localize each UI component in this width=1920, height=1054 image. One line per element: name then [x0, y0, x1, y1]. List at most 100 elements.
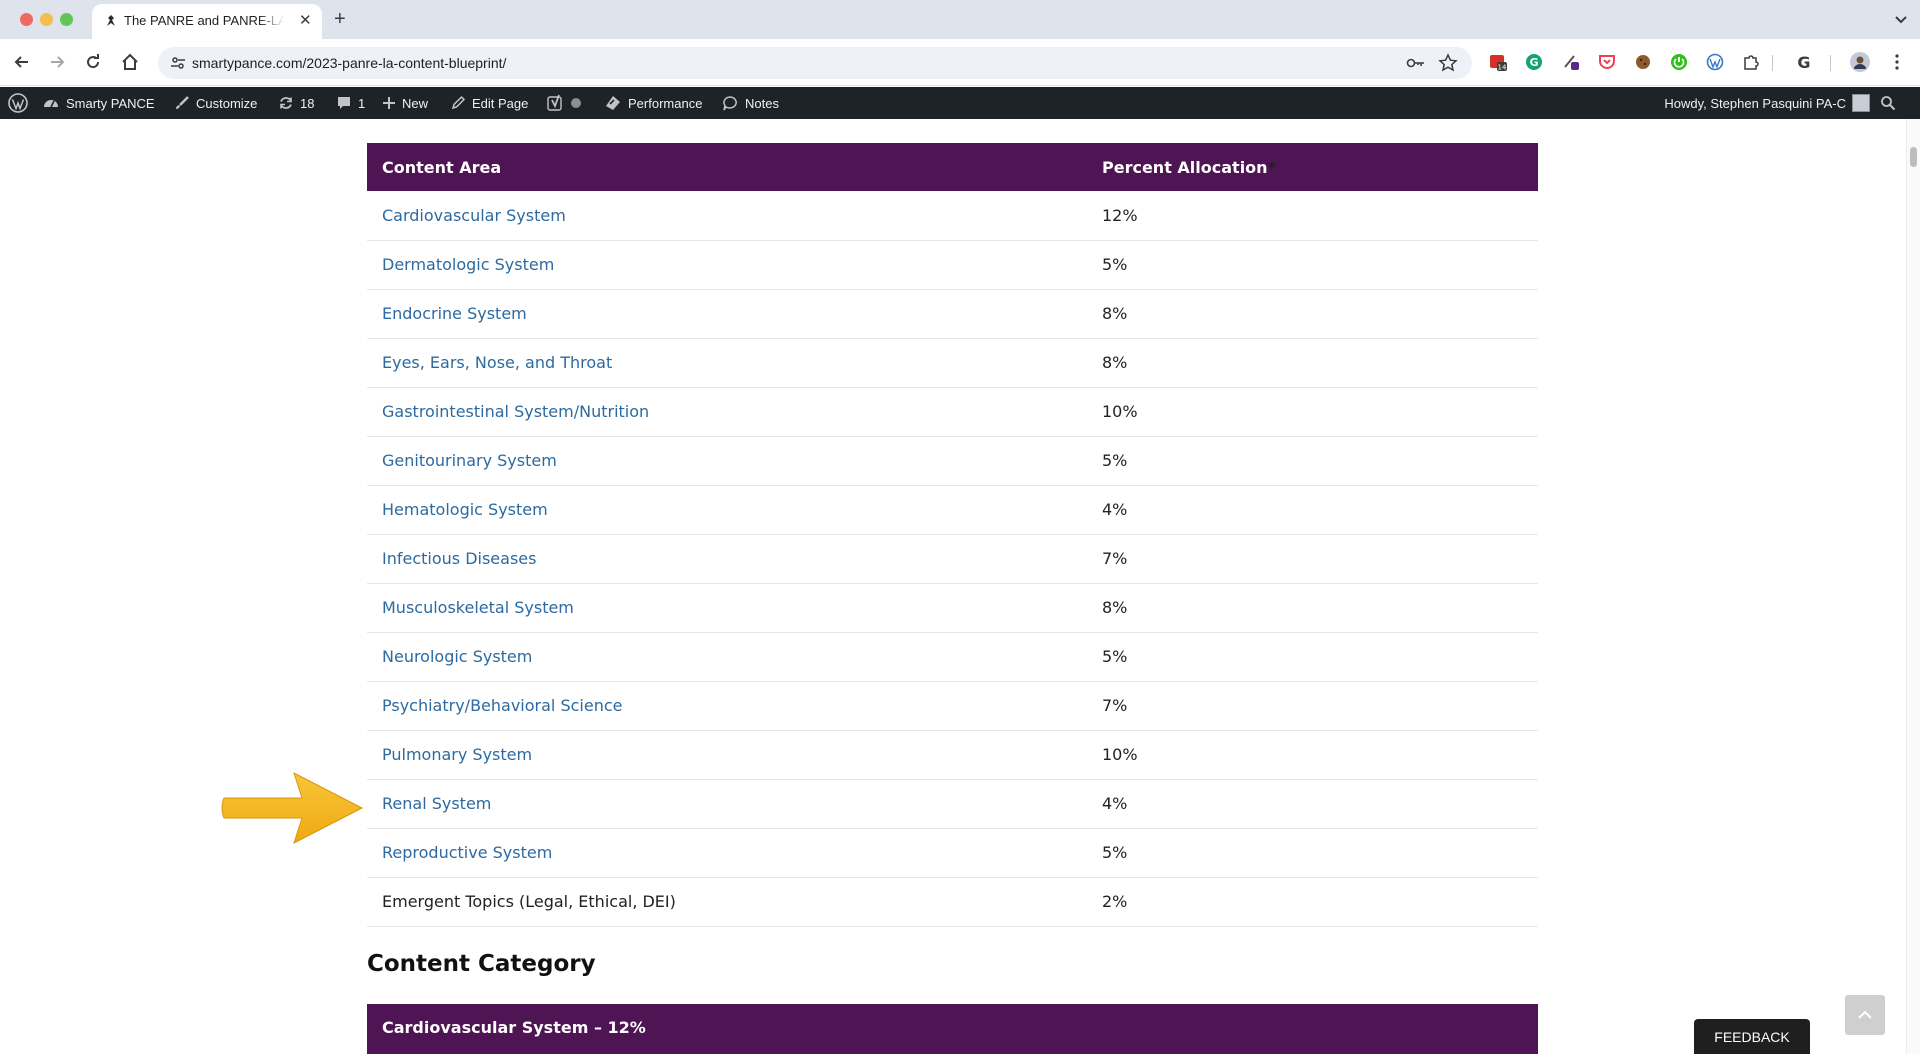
page-scrollbar[interactable]	[1906, 119, 1920, 1054]
percent-allocation-cell: 4%	[1087, 779, 1538, 829]
percent-allocation-cell: 5%	[1087, 828, 1538, 878]
content-area-cell: Pulmonary System	[367, 730, 1087, 780]
updates-count: 18	[300, 95, 315, 111]
admin-seo[interactable]	[546, 87, 582, 119]
pocket-icon[interactable]	[1598, 53, 1616, 71]
forward-icon[interactable]	[47, 52, 67, 72]
header-percent-label: Percent Allocation	[1102, 157, 1268, 177]
header-percent-allocation: Percent Allocation*	[1087, 143, 1538, 191]
back-icon[interactable]	[12, 52, 32, 72]
wordpress-extension-icon[interactable]	[1706, 53, 1724, 71]
content-blueprint-table: Content Area Percent Allocation* Cardiov…	[367, 143, 1538, 927]
maximize-window-button[interactable]	[60, 13, 73, 26]
browser-toolbar: smartypance.com/2023-panre-la-content-bl…	[0, 39, 1920, 86]
minimize-window-button[interactable]	[40, 13, 53, 26]
content-area-link[interactable]: Renal System	[382, 794, 491, 813]
content-area-link[interactable]: Musculoskeletal System	[382, 598, 574, 617]
content-area-link[interactable]: Pulmonary System	[382, 745, 532, 764]
content-area-cell: Genitourinary System	[367, 436, 1087, 486]
back-to-top-button[interactable]	[1845, 995, 1885, 1035]
content-area-cell: Cardiovascular System	[367, 191, 1087, 241]
content-area-cell: Gastrointestinal System/Nutrition	[367, 387, 1087, 437]
percent-allocation-cell: 8%	[1087, 338, 1538, 388]
wp-logo-menu[interactable]	[8, 87, 28, 119]
header-content-area-label: Content Area	[382, 157, 502, 177]
address-bar[interactable]: smartypance.com/2023-panre-la-content-bl…	[158, 47, 1472, 79]
grammarly-icon[interactable]: G	[1525, 53, 1543, 71]
content-area-link[interactable]: Hematologic System	[382, 500, 548, 519]
google-icon[interactable]: G	[1795, 53, 1813, 71]
cookie-extension-icon[interactable]	[1634, 53, 1652, 71]
table-row: Genitourinary System 5%	[367, 436, 1538, 486]
power-extension-icon[interactable]	[1670, 53, 1688, 71]
table-row: Dermatologic System 5%	[367, 240, 1538, 290]
percent-allocation-cell: 4%	[1087, 485, 1538, 535]
home-icon[interactable]	[120, 52, 140, 72]
percent-allocation-cell: 7%	[1087, 534, 1538, 584]
extensions-puzzle-icon[interactable]	[1742, 53, 1760, 71]
admin-customize[interactable]: Customize	[174, 87, 257, 119]
percent-allocation-cell: 10%	[1087, 387, 1538, 437]
chevron-up-icon	[1858, 1010, 1872, 1019]
percent-allocation-cell: 12%	[1087, 191, 1538, 241]
content-area-cell: Musculoskeletal System	[367, 583, 1087, 633]
table-row: Psychiatry/Behavioral Science 7%	[367, 681, 1538, 731]
performance-rocket-icon	[606, 96, 620, 110]
content-area-link[interactable]: Genitourinary System	[382, 451, 557, 470]
admin-performance[interactable]: Performance	[604, 87, 702, 119]
calendar-extension-icon[interactable]: 14	[1489, 53, 1507, 71]
search-icon	[1881, 96, 1896, 111]
performance-label: Performance	[628, 95, 703, 111]
admin-edit-page[interactable]: Edit Page	[450, 87, 528, 119]
admin-comments[interactable]: 1	[336, 87, 365, 119]
content-area-cell: Eyes, Ears, Nose, and Throat	[367, 338, 1087, 388]
content-area-link[interactable]: Cardiovascular System	[382, 206, 566, 225]
url-text: smartypance.com/2023-panre-la-content-bl…	[192, 55, 507, 71]
content-area-link[interactable]: Infectious Diseases	[382, 549, 536, 568]
content-area-cell: Infectious Diseases	[367, 534, 1087, 584]
site-settings-icon[interactable]	[170, 55, 186, 71]
browser-tab-active[interactable]: The PANRE and PANRE-LA In ✕	[92, 4, 322, 39]
table-row: Cardiovascular System 12%	[367, 191, 1538, 241]
profile-avatar-icon[interactable]	[1850, 52, 1870, 72]
tab-close-icon[interactable]: ✕	[299, 12, 312, 30]
browser-tab-strip: The PANRE and PANRE-LA In ✕ +	[0, 0, 1920, 39]
comments-count: 1	[358, 95, 366, 111]
content-area-link[interactable]: Endocrine System	[382, 304, 527, 323]
scrollbar-thumb[interactable]	[1910, 147, 1917, 167]
content-area-cell: Renal System	[367, 779, 1087, 829]
new-tab-icon[interactable]: +	[334, 8, 346, 30]
admin-site-name[interactable]: Smarty PANCE	[42, 87, 155, 119]
content-area-cell: Reproductive System	[367, 828, 1087, 878]
content-area-link[interactable]: Neurologic System	[382, 647, 532, 666]
content-area-link[interactable]: Psychiatry/Behavioral Science	[382, 696, 622, 715]
pen-extension-icon[interactable]	[1562, 53, 1580, 71]
howdy-label: Howdy, Stephen Pasquini PA-C	[1664, 95, 1846, 111]
admin-account-menu[interactable]: Howdy, Stephen Pasquini PA-C	[1664, 87, 1870, 119]
admin-updates[interactable]: 18	[278, 87, 314, 119]
admin-notes[interactable]: Notes	[722, 87, 779, 119]
tab-search-chevron-icon[interactable]	[1892, 10, 1910, 28]
admin-search[interactable]	[1880, 87, 1896, 119]
table-row: Musculoskeletal System 8%	[367, 583, 1538, 633]
reload-icon[interactable]	[83, 52, 103, 72]
table-body: Cardiovascular System 12% Dermatologic Sys…	[367, 191, 1538, 927]
close-window-button[interactable]	[20, 13, 33, 26]
percent-allocation-cell: 7%	[1087, 681, 1538, 731]
new-label: New	[402, 95, 429, 111]
content-area-cell: Hematologic System	[367, 485, 1087, 535]
content-area-link[interactable]: Reproductive System	[382, 843, 552, 862]
content-category-heading: Content Category	[367, 951, 596, 977]
content-area-link[interactable]: Dermatologic System	[382, 255, 554, 274]
content-area-link[interactable]: Eyes, Ears, Nose, and Throat	[382, 353, 612, 372]
content-area-cell: Neurologic System	[367, 632, 1087, 682]
browser-menu-icon[interactable]	[1888, 53, 1906, 71]
feedback-button[interactable]: FEEDBACK	[1694, 1019, 1810, 1054]
bookmark-star-icon[interactable]	[1438, 53, 1458, 73]
admin-new[interactable]: New	[382, 87, 428, 119]
notes-bubble-icon	[723, 95, 737, 110]
yellow-arrow-pointer-icon	[221, 772, 364, 844]
table-row: Eyes, Ears, Nose, and Throat 8%	[367, 338, 1538, 388]
password-key-icon[interactable]	[1406, 55, 1426, 71]
content-area-link[interactable]: Gastrointestinal System/Nutrition	[382, 402, 649, 421]
